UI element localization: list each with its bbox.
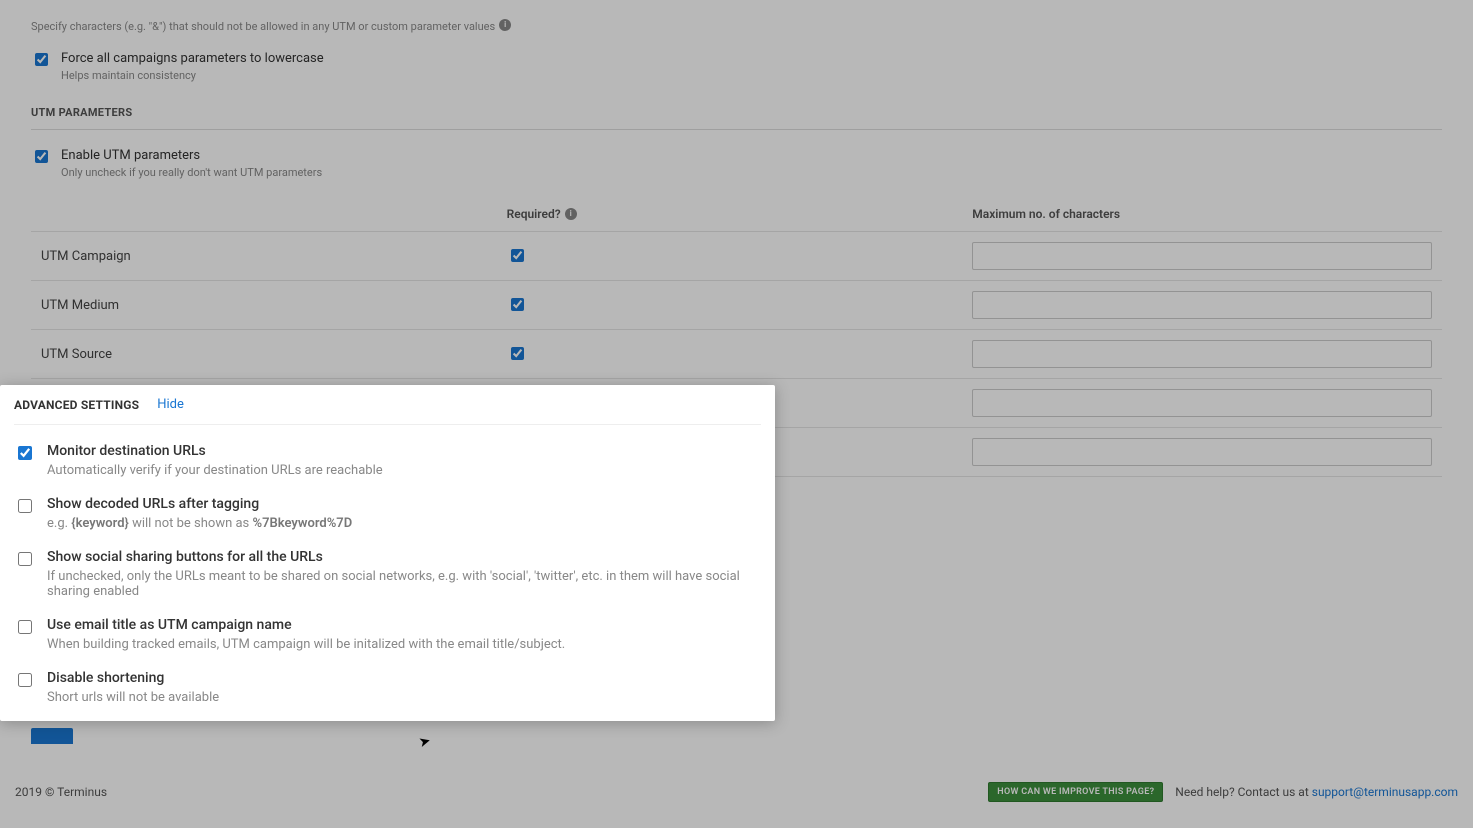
utm-param-name: UTM Medium bbox=[31, 281, 497, 330]
enable-utm-row: Enable UTM parameters Only uncheck if yo… bbox=[31, 148, 1442, 179]
info-icon[interactable]: i bbox=[565, 208, 577, 220]
utm-required-checkbox[interactable] bbox=[511, 298, 524, 311]
advanced-settings-modal: ADVANCED SETTINGS Hide Monitor destinati… bbox=[0, 385, 775, 721]
hide-link[interactable]: Hide bbox=[157, 397, 184, 412]
footer-copyright: 2019 © Terminus bbox=[15, 785, 107, 799]
table-row: UTM Campaign bbox=[31, 232, 1442, 281]
force-lowercase-label: Force all campaigns parameters to lowerc… bbox=[61, 51, 324, 66]
force-lowercase-row: Force all campaigns parameters to lowerc… bbox=[31, 51, 1442, 82]
advanced-option-sub: Short urls will not be available bbox=[47, 690, 219, 705]
table-row: UTM Source bbox=[31, 330, 1442, 379]
save-button[interactable] bbox=[31, 728, 73, 744]
table-row: UTM Medium bbox=[31, 281, 1442, 330]
advanced-option-sub: If unchecked, only the URLs meant to be … bbox=[47, 569, 761, 599]
advanced-option-row: Show decoded URLs after tagging e.g. {key… bbox=[14, 478, 761, 531]
utm-param-name: UTM Campaign bbox=[31, 232, 497, 281]
enable-utm-sub: Only uncheck if you really don't want UT… bbox=[61, 166, 322, 179]
advanced-option-checkbox[interactable] bbox=[18, 552, 32, 566]
advanced-option-checkbox[interactable] bbox=[18, 499, 32, 513]
advanced-option-checkbox[interactable] bbox=[18, 446, 32, 460]
utm-maxchars-input[interactable] bbox=[972, 291, 1432, 319]
utm-maxchars-input[interactable] bbox=[972, 340, 1432, 368]
advanced-settings-title: ADVANCED SETTINGS bbox=[14, 398, 139, 412]
cursor-icon: ➤ bbox=[417, 733, 432, 751]
force-lowercase-sub: Helps maintain consistency bbox=[61, 69, 324, 82]
utm-required-checkbox[interactable] bbox=[511, 347, 524, 360]
utm-param-name: UTM Source bbox=[31, 330, 497, 379]
utm-parameters-header: UTM PARAMETERS bbox=[31, 106, 1442, 129]
page-footer: 2019 © Terminus HOW CAN WE IMPROVE THIS … bbox=[15, 782, 1458, 802]
info-icon[interactable]: i bbox=[499, 19, 511, 31]
utm-maxchars-input[interactable] bbox=[972, 438, 1432, 466]
advanced-option-checkbox[interactable] bbox=[18, 673, 32, 687]
advanced-option-checkbox[interactable] bbox=[18, 620, 32, 634]
footer-help-text: Need help? Contact us at bbox=[1175, 785, 1311, 799]
enable-utm-checkbox[interactable] bbox=[35, 150, 48, 163]
advanced-option-label: Show decoded URLs after tagging bbox=[47, 496, 352, 512]
advanced-option-label: Monitor destination URLs bbox=[47, 443, 383, 459]
advanced-option-row: Monitor destination URLs Automatically ve… bbox=[14, 425, 761, 478]
advanced-option-sub: When building tracked emails, UTM campai… bbox=[47, 637, 565, 652]
advanced-option-row: Disable shortening Short urls will not be… bbox=[14, 652, 761, 705]
column-required-header: Required? bbox=[507, 207, 561, 221]
utm-required-checkbox[interactable] bbox=[511, 249, 524, 262]
column-maxchars-header: Maximum no. of characters bbox=[962, 199, 1442, 232]
utm-maxchars-input[interactable] bbox=[972, 242, 1432, 270]
advanced-option-row: Use email title as UTM campaign name When… bbox=[14, 599, 761, 652]
improve-page-button[interactable]: HOW CAN WE IMPROVE THIS PAGE? bbox=[988, 782, 1163, 802]
advanced-option-label: Disable shortening bbox=[47, 670, 219, 686]
advanced-option-row: Show social sharing buttons for all the … bbox=[14, 531, 761, 599]
disallowed-chars-helper: Specify characters (e.g. "&") that shoul… bbox=[31, 20, 495, 33]
enable-utm-label: Enable UTM parameters bbox=[61, 148, 322, 163]
advanced-option-label: Show social sharing buttons for all the … bbox=[47, 549, 761, 565]
utm-maxchars-input[interactable] bbox=[972, 389, 1432, 417]
advanced-option-sub: Automatically verify if your destination… bbox=[47, 463, 383, 478]
support-email-link[interactable]: support@terminusapp.com bbox=[1312, 785, 1458, 799]
force-lowercase-checkbox[interactable] bbox=[35, 53, 48, 66]
advanced-option-label: Use email title as UTM campaign name bbox=[47, 617, 565, 633]
advanced-option-sub: e.g. {keyword} will not be shown as %7Bk… bbox=[47, 516, 352, 531]
